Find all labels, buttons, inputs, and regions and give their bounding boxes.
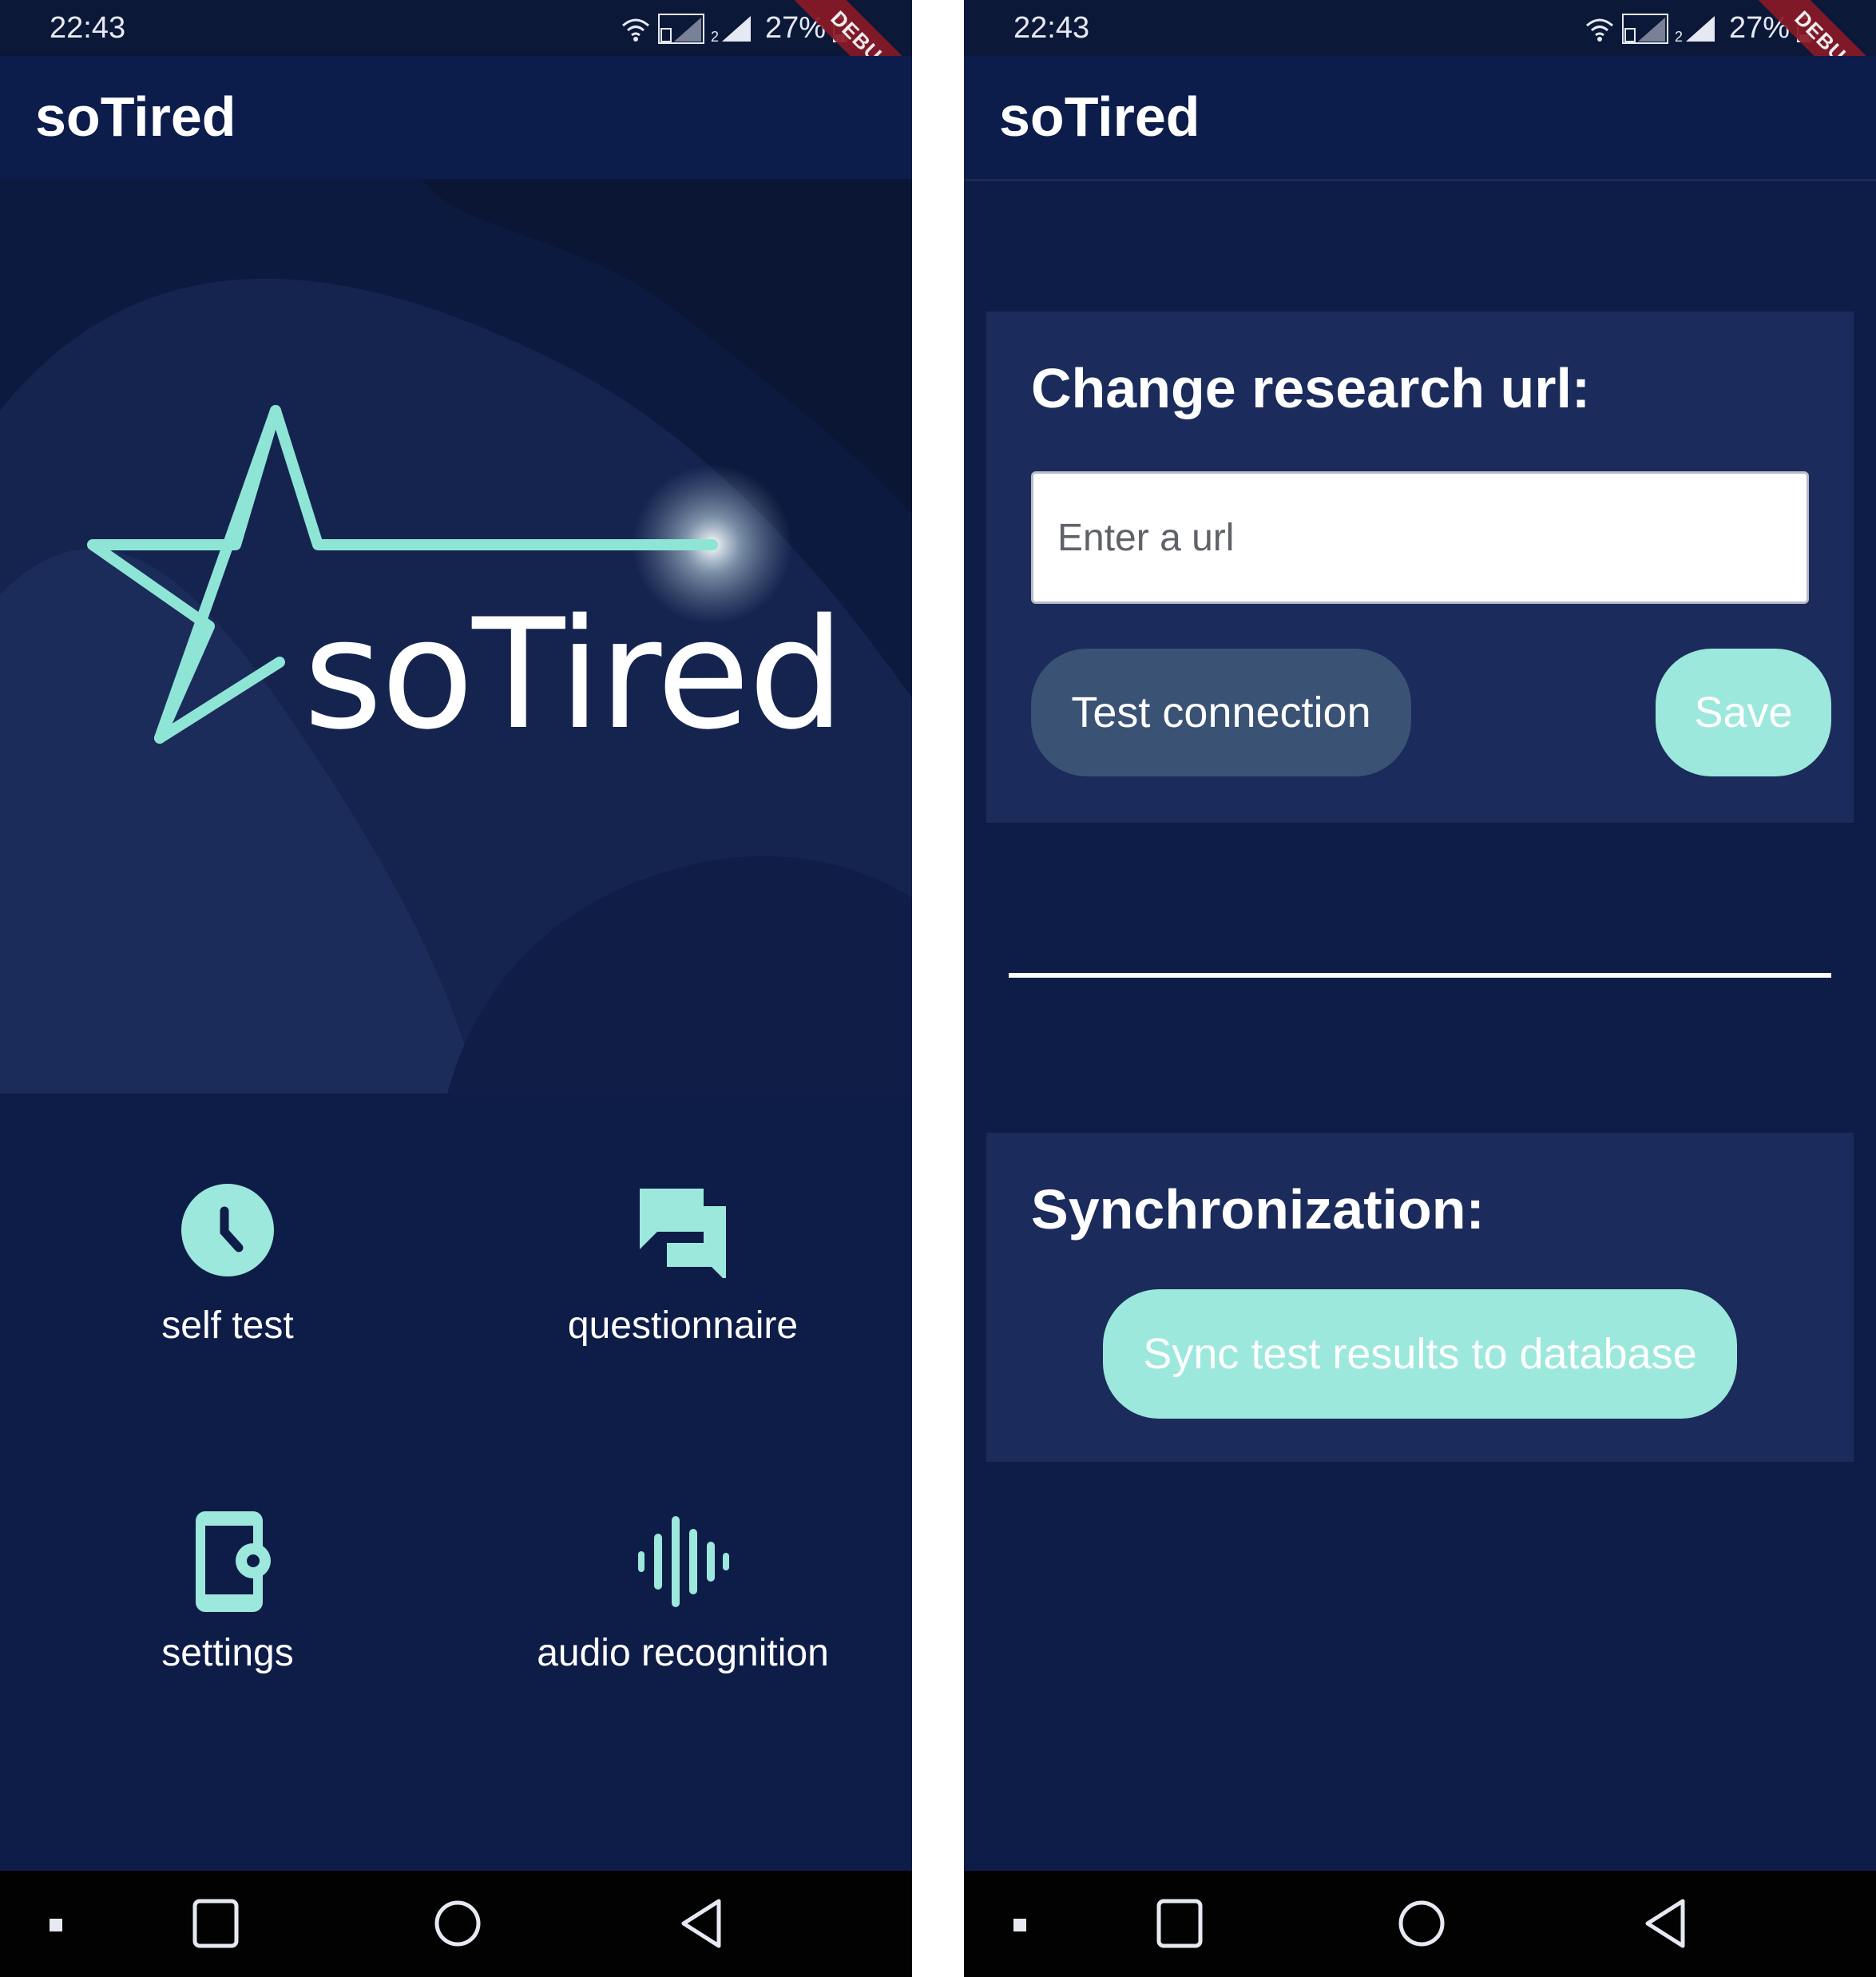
app-bar: soTired — [964, 56, 1876, 179]
clock-icon — [181, 1184, 274, 1276]
svg-text:2: 2 — [711, 29, 719, 45]
audio-recognition-label: audio recognition — [537, 1632, 829, 1674]
back-icon[interactable] — [677, 1898, 725, 1949]
save-button[interactable]: Save — [1656, 649, 1831, 776]
synchronization-card: Synchronization: Sync test results to da… — [986, 1133, 1854, 1462]
settings-screen: 22:43 2 27% DEBUG soTired Change researc… — [964, 0, 1876, 1977]
test-connection-button[interactable]: Test connection — [1031, 649, 1411, 776]
research-url-input[interactable] — [1031, 471, 1809, 604]
status-time: 22:43 — [50, 11, 126, 45]
status-time: 22:43 — [1013, 11, 1090, 45]
app-title: soTired — [35, 85, 236, 148]
audio-wave-icon — [638, 1516, 729, 1607]
home-screen: 22:43 2 27% DEBUG soTired soTired self t… — [0, 0, 912, 1977]
questionnaire-label: questionnaire — [567, 1304, 799, 1347]
self-test-label: self test — [161, 1304, 294, 1347]
phone-settings-icon — [196, 1511, 271, 1612]
wifi-icon — [1585, 18, 1613, 42]
questionnaire-button[interactable]: questionnaire — [459, 1182, 906, 1390]
self-test-button[interactable]: self test — [4, 1182, 451, 1390]
synchronization-title: Synchronization: — [1031, 1178, 1485, 1241]
wifi-icon — [621, 18, 649, 42]
section-divider — [1009, 973, 1831, 978]
research-url-title: Change research url: — [1031, 357, 1591, 419]
hero-banner: soTired — [0, 179, 912, 1094]
navigation-bar — [964, 1871, 1876, 1977]
menu-dot-icon[interactable] — [48, 1898, 67, 1949]
settings-button[interactable]: settings — [4, 1510, 451, 1717]
back-icon[interactable] — [1641, 1898, 1689, 1949]
settings-label: settings — [161, 1632, 294, 1674]
sim2-signal-icon: 2 — [711, 15, 751, 45]
status-bar: 22:43 2 27% DEBUG — [964, 0, 1876, 124]
recents-icon[interactable] — [1156, 1898, 1204, 1949]
recents-icon[interactable] — [192, 1898, 240, 1949]
home-icon[interactable] — [434, 1898, 482, 1949]
app-title: soTired — [999, 85, 1200, 148]
navigation-bar — [0, 1871, 912, 1977]
sim1-signal-icon — [657, 13, 704, 44]
sync-results-button[interactable]: Sync test results to database — [1103, 1289, 1737, 1419]
svg-text:2: 2 — [1675, 29, 1683, 45]
chat-bubbles-icon — [640, 1189, 726, 1278]
research-url-card: Change research url: Test connection Sav… — [986, 312, 1854, 823]
sim2-signal-icon: 2 — [1675, 15, 1715, 45]
hero-logo-text: soTired — [303, 586, 845, 763]
menu-dot-icon[interactable] — [1012, 1898, 1031, 1949]
status-bar: 22:43 2 27% DEBUG — [0, 0, 912, 124]
audio-recognition-button[interactable]: audio recognition — [459, 1510, 906, 1717]
sim1-signal-icon — [1621, 13, 1668, 44]
home-icon[interactable] — [1398, 1898, 1446, 1949]
app-bar: soTired — [0, 56, 912, 179]
